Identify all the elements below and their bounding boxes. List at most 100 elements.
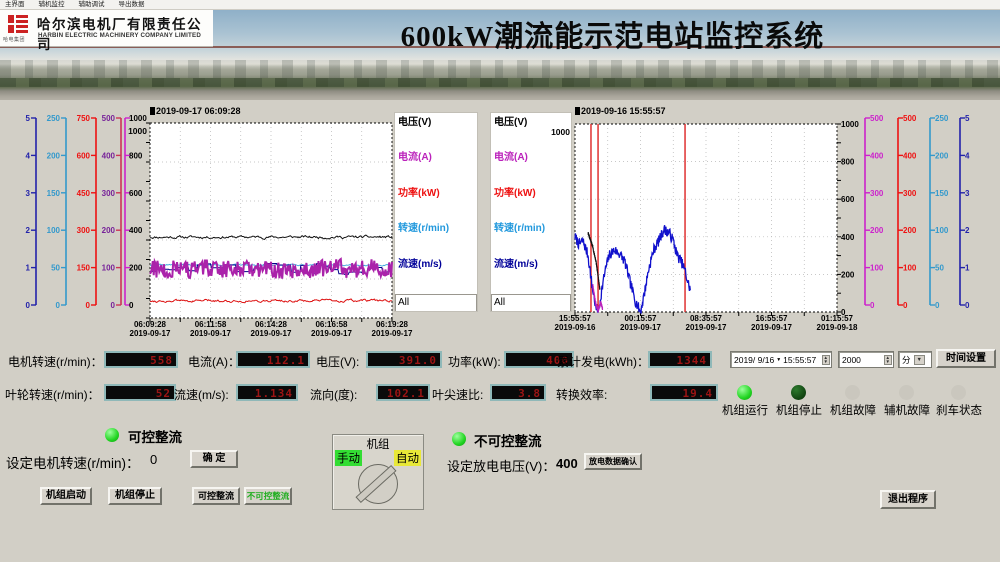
status-light-机组故障	[845, 385, 860, 400]
tree-band	[0, 78, 1000, 87]
tip-speed-ratio-display: 3.8	[490, 384, 546, 401]
efficiency-label: 转换效率:	[556, 386, 607, 403]
date-dropdown-icon[interactable]: ▼	[776, 357, 781, 363]
flow-direction-label: 流向(度):	[310, 386, 357, 403]
legend-item-转速(r/min)[interactable]: 转速(r/min)	[398, 223, 474, 235]
svg-text:5: 5	[965, 114, 970, 123]
svg-text:0: 0	[129, 301, 134, 310]
city-skyline	[0, 60, 1000, 78]
set-discharge-value[interactable]: 400	[556, 456, 578, 471]
svg-text:100: 100	[870, 264, 884, 273]
svg-text:2019-09-17: 2019-09-17	[190, 329, 231, 338]
svg-text:400: 400	[841, 233, 855, 242]
confirm-button[interactable]: 确 定	[190, 450, 238, 468]
svg-text:2019-09-18: 2019-09-18	[817, 323, 858, 332]
right-chart-plot: 0200400600800100010000100200300400500010…	[551, 106, 970, 332]
svg-text:200: 200	[841, 270, 855, 279]
status-light-label: 刹车状态	[931, 402, 987, 418]
power-label: 功率(kW):	[448, 353, 501, 370]
svg-text:200: 200	[129, 264, 143, 273]
menu-item-aux-monitor[interactable]: 辅机监控	[39, 0, 65, 10]
svg-text:0: 0	[903, 301, 908, 310]
menu-item-export[interactable]: 导出数据	[119, 0, 145, 10]
energy-total-display: 1344	[648, 351, 712, 368]
svg-text:200: 200	[47, 151, 61, 160]
controlled-rect-button[interactable]: 可控整流	[192, 487, 240, 505]
svg-text:0: 0	[56, 301, 61, 310]
svg-text:300: 300	[870, 189, 884, 198]
menu-item-main[interactable]: 主界面	[5, 0, 25, 10]
unit-stop-button[interactable]: 机组停止	[108, 487, 162, 505]
controlled-rect-light	[105, 428, 119, 442]
manual-mode-tag[interactable]: 手动	[335, 450, 362, 466]
interval-unit-value: 分	[902, 354, 911, 366]
svg-text:400: 400	[903, 151, 917, 160]
svg-text:01:15:57: 01:15:57	[821, 314, 854, 323]
flow-direction-display: 102.1	[376, 384, 430, 401]
svg-text:1000: 1000	[841, 120, 859, 129]
svg-text:1000: 1000	[551, 127, 570, 137]
svg-text:250: 250	[935, 114, 949, 123]
svg-text:3: 3	[26, 189, 31, 198]
svg-text:16:55:57: 16:55:57	[755, 314, 788, 323]
svg-text:0: 0	[111, 301, 116, 310]
svg-text:50: 50	[51, 264, 60, 273]
interval-spinner[interactable]: ▲▼	[884, 355, 892, 365]
set-time-button[interactable]: 时间设置	[936, 349, 996, 368]
set-discharge-label: 设定放电电压(V)：	[447, 456, 555, 475]
set-motor-speed-value[interactable]: 0	[150, 452, 157, 467]
svg-text:250: 250	[47, 114, 61, 123]
legend-item-All[interactable]: All	[395, 294, 477, 311]
svg-text:2019-09-17: 2019-09-17	[372, 329, 413, 338]
svg-text:1: 1	[26, 264, 31, 273]
auto-mode-tag[interactable]: 自动	[394, 450, 421, 466]
chart-cursor-timestamp: 2019-09-17 06:09:28	[156, 106, 241, 116]
svg-text:500: 500	[903, 114, 917, 123]
svg-text:1000: 1000	[128, 126, 147, 136]
interval-input[interactable]: 2000 ▲▼	[838, 351, 894, 368]
svg-text:300: 300	[903, 189, 917, 198]
rotor-speed-label: 叶轮转速(r/min)：	[5, 386, 100, 403]
current-label: 电流(A)：	[188, 353, 240, 370]
datetime-picker[interactable]: 2019/ 9/16 ▼ 15:55:57 ▲▼	[730, 351, 832, 368]
svg-text:100: 100	[47, 226, 61, 235]
legend-item-电流(A)[interactable]: 电流(A)	[398, 152, 474, 164]
legend-item-功率(kW)[interactable]: 功率(kW)	[398, 188, 474, 200]
svg-text:06:11:58: 06:11:58	[195, 320, 227, 329]
set-motor-speed-label: 设定电机转速(r/min)：	[6, 452, 140, 472]
svg-text:800: 800	[841, 158, 855, 167]
svg-text:2019-09-17: 2019-09-17	[311, 329, 352, 338]
voltage-label: 电压(V):	[316, 353, 359, 370]
energy-total-label: 累计发电(kWh)：	[557, 353, 649, 370]
interval-unit-select[interactable]: 分 ▼	[898, 351, 932, 368]
right-trend-chart: 0200400600800100010000100200300400500010…	[486, 100, 996, 342]
status-light-机组运行	[737, 385, 752, 400]
exit-program-button[interactable]: 退出程序	[880, 490, 936, 509]
legend-item-流速(m/s)[interactable]: 流速(m/s)	[398, 259, 474, 271]
unit-start-button[interactable]: 机组启动	[40, 487, 92, 505]
flow-speed-display: 1.134	[236, 384, 298, 401]
time-spinner[interactable]: ▲▼	[822, 355, 830, 365]
uncontrolled-rect-button[interactable]: 不可控整流	[244, 487, 292, 505]
svg-text:2: 2	[26, 226, 31, 235]
status-light-label: 机组运行	[717, 402, 773, 418]
uncontrolled-rect-status-label: 不可控整流	[474, 430, 542, 450]
unit-dropdown-icon[interactable]: ▼	[914, 355, 925, 365]
discharge-confirm-button[interactable]: 放电数据确认	[584, 453, 642, 470]
svg-text:0: 0	[935, 301, 940, 310]
svg-text:3: 3	[965, 189, 970, 198]
svg-text:1000: 1000	[129, 114, 147, 123]
menu-item-aux-debug[interactable]: 辅助调试	[79, 0, 105, 10]
legend-item-电压(V)[interactable]: 电压(V)	[398, 117, 474, 129]
svg-text:400: 400	[129, 226, 143, 235]
tip-speed-ratio-label: 叶尖速比:	[432, 386, 483, 403]
uncontrolled-rect-light	[452, 432, 466, 446]
status-light-辅机故障	[899, 385, 914, 400]
chart-cursor-timestamp: 2019-09-16 15:55:57	[581, 106, 666, 116]
company-name-en: HARBIN ELECTRIC MACHINERY COMPANY LIMITE…	[38, 32, 201, 39]
status-light-label: 机组故障	[825, 402, 881, 418]
svg-text:2: 2	[965, 226, 970, 235]
svg-text:06:09:28: 06:09:28	[134, 320, 167, 329]
interval-value: 2000	[842, 355, 861, 365]
motor-speed-display: 558	[104, 351, 178, 368]
